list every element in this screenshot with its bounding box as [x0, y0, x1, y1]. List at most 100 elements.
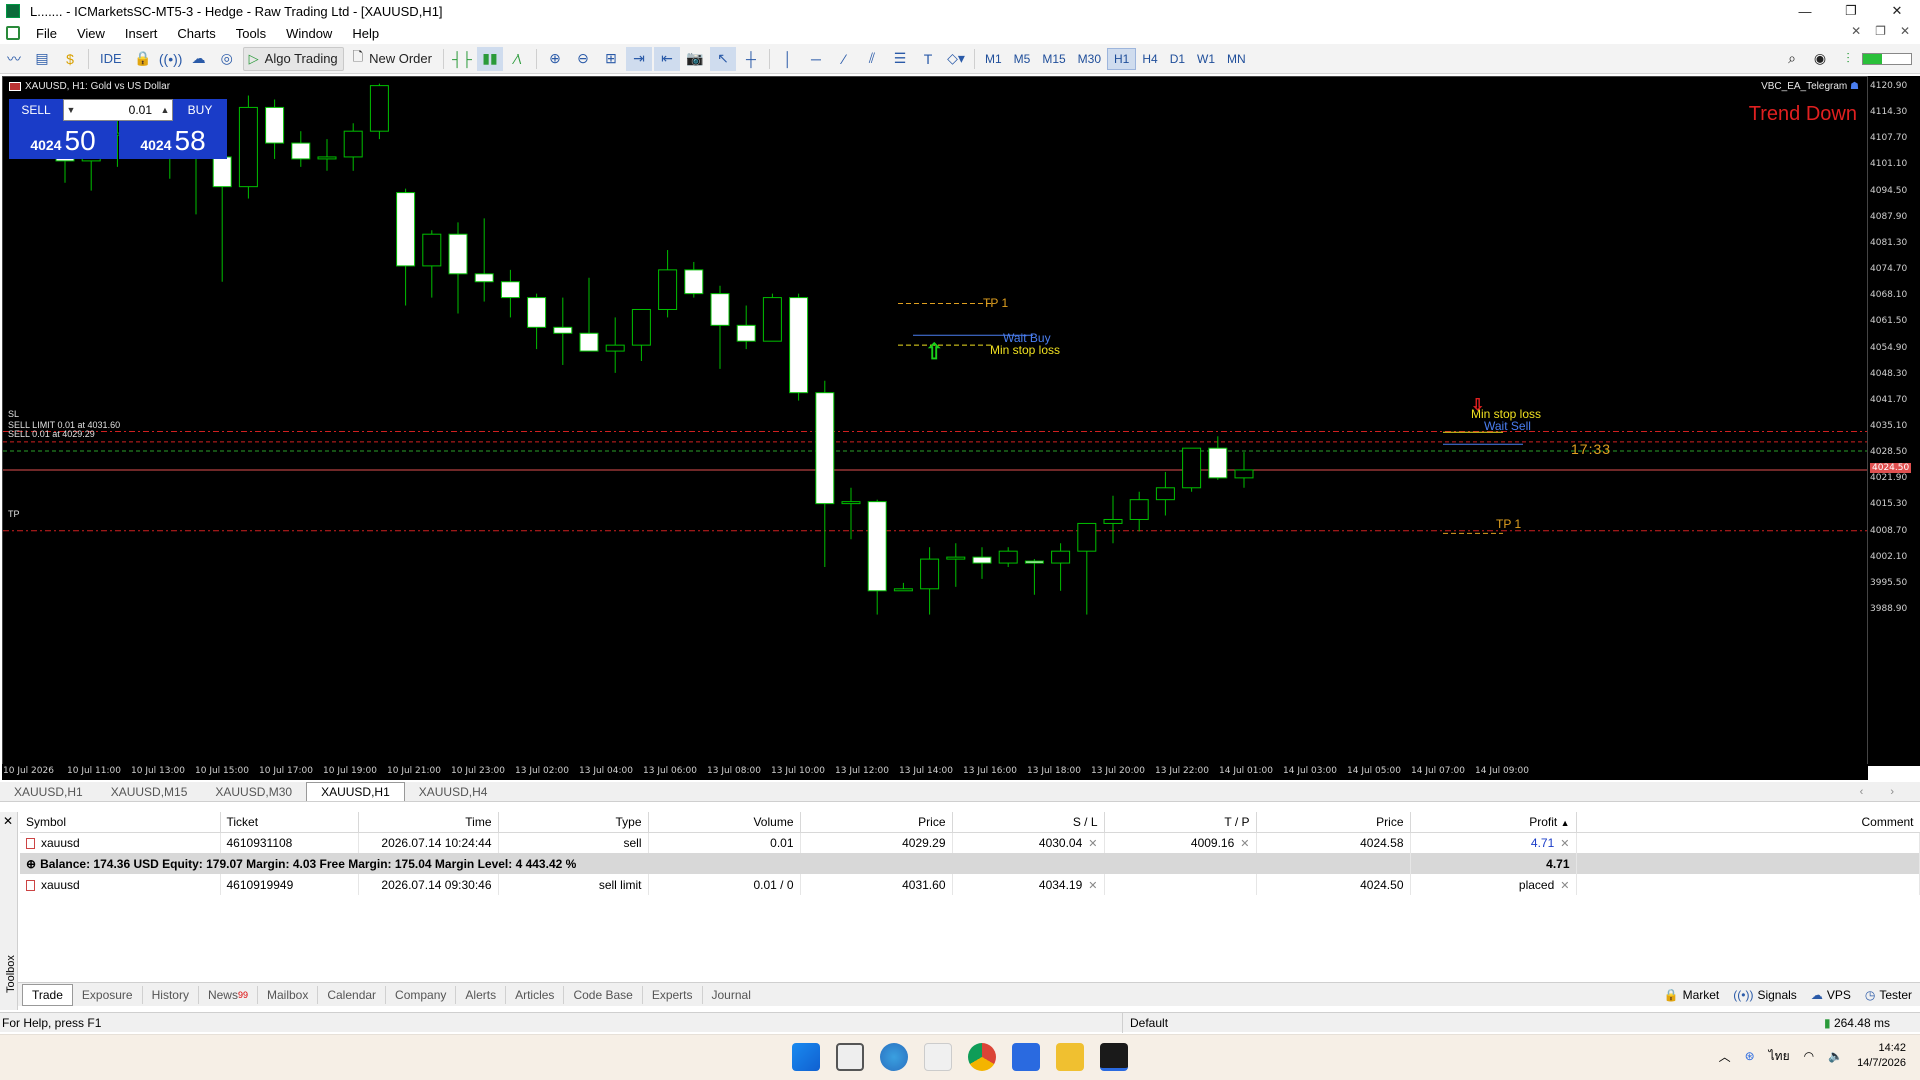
new-order-button[interactable]: 🗋 New Order: [348, 47, 437, 71]
signal-icon[interactable]: ((•)): [158, 47, 184, 71]
tab-exposure[interactable]: Exposure: [73, 985, 143, 1004]
chrome-icon[interactable]: [968, 1043, 996, 1071]
menu-file[interactable]: File: [30, 26, 71, 41]
vertical-line-icon[interactable]: │: [775, 47, 801, 71]
tab-scroll-arrows[interactable]: ‹ ›: [1860, 786, 1906, 798]
chart-tab[interactable]: XAUUSD,H1: [0, 782, 97, 801]
col-volume[interactable]: Volume: [648, 812, 801, 833]
buy-price[interactable]: 4024 58: [119, 121, 227, 159]
templates-icon[interactable]: ▤: [29, 47, 55, 71]
tf-d1[interactable]: D1: [1164, 48, 1191, 70]
ide-button[interactable]: IDE: [95, 47, 127, 71]
tf-m5[interactable]: M5: [1008, 48, 1037, 70]
col-type[interactable]: Type: [498, 812, 649, 833]
table-row[interactable]: xauusd 4610919949 2026.07.14 09:30:46 se…: [20, 874, 1920, 895]
zoom-in-icon[interactable]: ⊕: [542, 47, 568, 71]
text-tool-icon[interactable]: T: [915, 47, 941, 71]
tab-code-base[interactable]: Code Base: [564, 985, 643, 1004]
price-axis[interactable]: 4120.90 4114.30 4107.70 4101.10 4094.50 4087.…: [1868, 76, 1920, 766]
tf-m1[interactable]: M1: [979, 48, 1008, 70]
cell-profit[interactable]: placed ✕: [1410, 874, 1577, 895]
globe-icon[interactable]: ◎: [214, 47, 240, 71]
trendline-icon[interactable]: ⁄: [831, 47, 857, 71]
cell-sl[interactable]: 4034.19 ✕: [952, 874, 1105, 895]
cancel-order-icon[interactable]: ✕: [1560, 880, 1569, 892]
toolbox-close-icon[interactable]: ✕: [3, 814, 13, 828]
algo-trading-button[interactable]: ▷ Algo Trading: [242, 46, 344, 71]
cell-sl[interactable]: 4030.04 ✕: [952, 832, 1105, 853]
sell-price[interactable]: 4024 50: [9, 121, 117, 159]
chart-tab-active[interactable]: XAUUSD,H1: [306, 782, 405, 801]
tf-mn[interactable]: MN: [1221, 48, 1252, 70]
remove-tp-icon[interactable]: ✕: [1240, 838, 1249, 850]
chart-tab[interactable]: XAUUSD,M30: [201, 782, 306, 801]
windows-start-icon[interactable]: [792, 1043, 820, 1071]
cell-tp[interactable]: [1104, 874, 1257, 895]
line-chart-icon[interactable]: ⁄\: [505, 47, 531, 71]
menu-window[interactable]: Window: [280, 26, 346, 41]
col-time[interactable]: Time: [358, 812, 499, 833]
cell-profit[interactable]: 4.71 ✕: [1410, 832, 1577, 853]
col-profit[interactable]: Profit ▲: [1410, 812, 1577, 833]
lot-down-icon[interactable]: ▼: [64, 105, 78, 115]
sell-button[interactable]: SELL: [9, 99, 63, 121]
signals-button[interactable]: ((•)) Signals: [1733, 988, 1797, 1002]
expand-icon[interactable]: ⊕: [26, 857, 36, 871]
system-clock[interactable]: 14:42 14/7/2026: [1857, 1041, 1906, 1071]
col-ticket[interactable]: Ticket: [220, 812, 359, 833]
cursor-icon[interactable]: ↖: [709, 46, 736, 71]
time-axis[interactable]: 10 Jul 2026 10 Jul 11:00 10 Jul 13:00 10 Ju…: [2, 764, 1868, 780]
tester-button[interactable]: ◷ Tester: [1865, 988, 1912, 1002]
buy-button[interactable]: BUY: [173, 99, 227, 121]
grid-icon[interactable]: ⊞: [598, 47, 624, 71]
weather-icon[interactable]: [880, 1043, 908, 1071]
channel-icon[interactable]: ⫽: [859, 47, 885, 71]
tf-h1[interactable]: H1: [1107, 47, 1137, 70]
file-explorer-icon[interactable]: [1056, 1043, 1084, 1071]
dollar-icon[interactable]: $: [57, 47, 83, 71]
chart-close-icon[interactable]: ✕: [1900, 24, 1910, 38]
volume-icon[interactable]: 🔈: [1828, 1049, 1843, 1063]
tab-history[interactable]: History: [143, 985, 199, 1004]
wifi-icon[interactable]: ◠: [1804, 1049, 1814, 1063]
remove-sl-icon[interactable]: ✕: [1088, 838, 1097, 850]
task-view-icon[interactable]: [836, 1043, 864, 1071]
search-icon[interactable]: ⌕: [1779, 47, 1805, 71]
remove-sl-icon[interactable]: ✕: [1088, 880, 1097, 892]
profile-name[interactable]: Default: [1130, 1016, 1168, 1030]
minimize-button[interactable]: —: [1782, 0, 1828, 22]
language-indicator[interactable]: ไทย: [1769, 1047, 1790, 1066]
tab-alerts[interactable]: Alerts: [456, 985, 507, 1004]
chart-type-icon[interactable]: 〰: [1, 47, 27, 71]
autoscroll-icon[interactable]: ⇥: [625, 46, 652, 71]
lot-size-input[interactable]: ▼ 0.01 ▲: [63, 99, 173, 121]
chart-restore-icon[interactable]: ❐: [1875, 24, 1886, 38]
lot-up-icon[interactable]: ▲: [158, 105, 172, 115]
tf-w1[interactable]: W1: [1191, 48, 1221, 70]
menu-view[interactable]: View: [71, 26, 119, 41]
tf-m30[interactable]: M30: [1072, 48, 1107, 70]
bar-chart-icon[interactable]: ┤├: [449, 47, 475, 71]
chart-tab[interactable]: XAUUSD,H4: [405, 782, 502, 801]
cloud-icon[interactable]: ☁: [186, 47, 212, 71]
col-current-price[interactable]: Price: [1256, 812, 1411, 833]
ea-label[interactable]: VBC_EA_Telegram ☗: [1761, 81, 1859, 92]
chart-tab[interactable]: XAUUSD,M15: [97, 782, 202, 801]
close-position-icon[interactable]: ✕: [1560, 838, 1569, 850]
tab-articles[interactable]: Articles: [506, 985, 565, 1004]
tab-company[interactable]: Company: [386, 985, 457, 1004]
col-comment[interactable]: Comment: [1576, 812, 1920, 833]
tab-experts[interactable]: Experts: [643, 985, 703, 1004]
col-symbol[interactable]: Symbol: [20, 812, 221, 833]
close-button[interactable]: ✕: [1874, 0, 1920, 22]
tray-app-icon[interactable]: ⊛: [1745, 1049, 1755, 1063]
tab-mailbox[interactable]: Mailbox: [258, 985, 319, 1004]
screenshot-icon[interactable]: 📷: [682, 47, 708, 71]
candlestick-icon[interactable]: ▮▮: [476, 46, 503, 71]
menu-tools[interactable]: Tools: [230, 26, 280, 41]
lock-icon[interactable]: 🔒: [130, 47, 156, 71]
tab-journal[interactable]: Journal: [703, 986, 760, 1004]
col-tp[interactable]: T / P: [1104, 812, 1257, 833]
market-button[interactable]: 🔒 Market: [1664, 988, 1720, 1002]
price-chart[interactable]: XAUUSD, H1: Gold vs US Dollar VBC_EA_Tel…: [2, 76, 1868, 766]
